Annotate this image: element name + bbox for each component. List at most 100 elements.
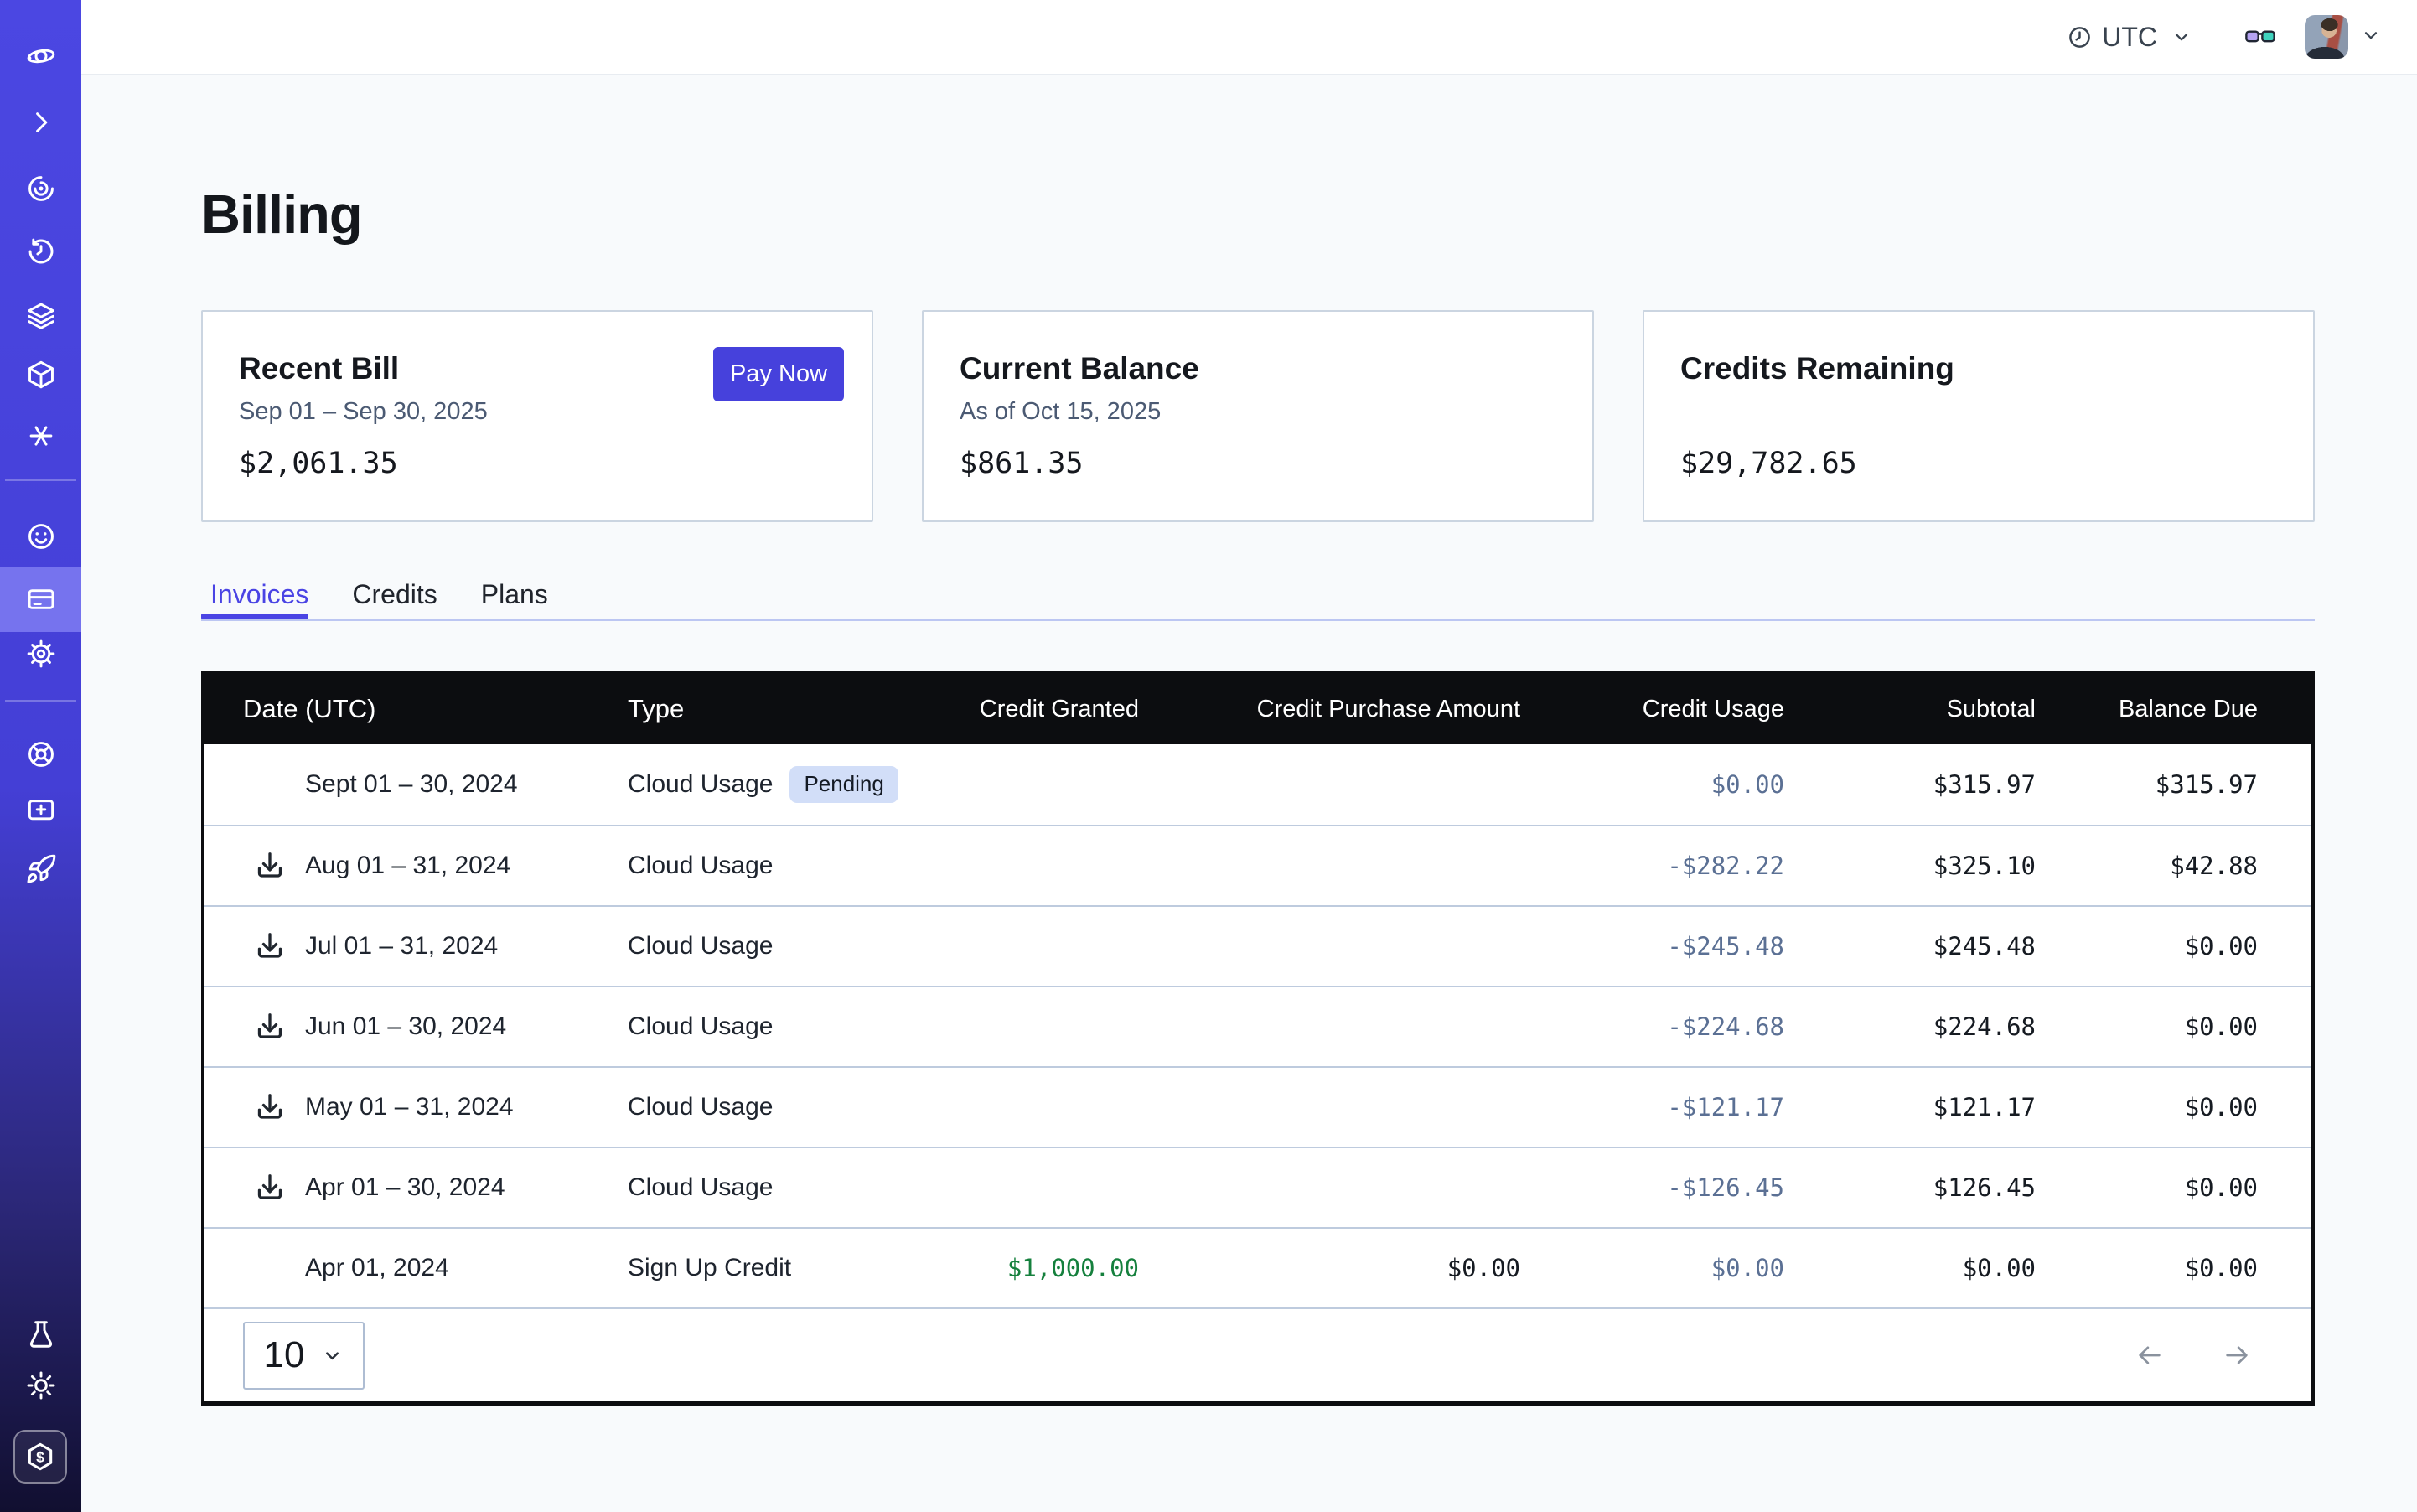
next-page-arrow[interactable] — [2223, 1341, 2251, 1370]
invoice-date: Jun 01 – 30, 2024 — [305, 1012, 506, 1041]
credit-usage: -$121.17 — [1520, 1093, 1784, 1121]
invoice-type: Cloud Usage — [628, 1093, 773, 1121]
account-menu-button[interactable] — [2360, 24, 2382, 50]
col-header-balance-due: Balance Due — [2036, 696, 2258, 723]
chevron-down-icon — [2360, 24, 2382, 46]
avatar[interactable] — [2305, 15, 2348, 59]
col-header-subtotal: Subtotal — [1784, 696, 2036, 723]
sidebar-item-namespaces[interactable] — [0, 173, 81, 205]
current-balance-card: Current Balance As of Oct 15, 2025 $861.… — [922, 310, 1594, 522]
sidebar-item-add-monitor[interactable] — [0, 795, 81, 826]
layers-icon — [25, 300, 57, 332]
sidebar-item-usage[interactable]: $ — [13, 1430, 67, 1484]
card-title: Current Balance — [960, 349, 1199, 389]
sidebar: $ — [0, 0, 81, 1512]
tabs-baseline — [201, 619, 2315, 621]
invoice-date: Jul 01 – 31, 2024 — [305, 932, 498, 961]
credit-usage: -$126.45 — [1520, 1173, 1784, 1202]
table-row: Apr 01, 2024 Sign Up Credit $1,000.00 $0… — [204, 1227, 2311, 1307]
chevron-down-icon — [2171, 26, 2192, 48]
page-size-select[interactable]: 10 — [243, 1322, 365, 1390]
asterisk-icon — [25, 420, 57, 452]
table-row: Aug 01 – 31, 2024 Cloud Usage -$282.22 $… — [204, 825, 2311, 905]
history-clock-icon — [25, 236, 57, 267]
sun-icon — [25, 1370, 57, 1401]
credit-usage: $0.00 — [1520, 1254, 1784, 1282]
balance-due: $0.00 — [2036, 1254, 2258, 1282]
monitor-plus-icon — [25, 795, 57, 826]
sidebar-item-deployments[interactable] — [0, 359, 81, 391]
invoice-type: Cloud Usage — [628, 932, 773, 961]
card-subtitle: Sep 01 – Sep 30, 2025 — [239, 396, 488, 427]
col-header-credit-purchase: Credit Purchase Amount — [1139, 696, 1520, 723]
svg-text:$: $ — [36, 1448, 44, 1465]
subtotal: $126.45 — [1784, 1173, 2036, 1202]
invoice-type: Cloud Usage — [628, 852, 773, 880]
card-subtitle: As of Oct 15, 2025 — [960, 396, 1161, 427]
cube-icon — [25, 359, 57, 391]
orbit-icon — [25, 173, 57, 205]
topbar: UTC — [81, 0, 2417, 75]
sidebar-item-labs[interactable] — [0, 1318, 81, 1350]
subtotal: $245.48 — [1784, 932, 2036, 961]
sidebar-divider — [5, 700, 76, 702]
gear-icon — [25, 638, 57, 670]
download-icon[interactable] — [253, 1090, 287, 1124]
main-content: Billing Recent Bill Sep 01 – Sep 30, 202… — [81, 77, 2417, 1512]
flask-icon — [25, 1318, 57, 1350]
tab-plans[interactable]: Plans — [472, 577, 557, 612]
table-row: Jul 01 – 31, 2024 Cloud Usage -$245.48 $… — [204, 905, 2311, 986]
table-row: Apr 01 – 30, 2024 Cloud Usage -$126.45 $… — [204, 1147, 2311, 1227]
credit-usage: -$224.68 — [1520, 1012, 1784, 1041]
subtotal: $0.00 — [1784, 1254, 2036, 1282]
previous-page-arrow[interactable] — [2135, 1341, 2164, 1370]
download-icon[interactable] — [253, 1010, 287, 1043]
credit-usage: $0.00 — [1520, 770, 1784, 799]
download-icon[interactable] — [253, 849, 287, 883]
sidebar-item-theme[interactable] — [0, 1370, 81, 1401]
tab-credits[interactable]: Credits — [343, 577, 446, 612]
balance-due: $0.00 — [2036, 1012, 2258, 1041]
card-amount: $861.35 — [960, 444, 1084, 483]
balance-due: $0.00 — [2036, 932, 2258, 961]
invoices-table: Date (UTC) Type Credit Granted Credit Pu… — [201, 671, 2315, 1406]
download-icon[interactable] — [253, 929, 287, 963]
clock-icon — [2067, 24, 2093, 50]
card-amount: $2,061.35 — [239, 444, 398, 483]
card-title: Credits Remaining — [1680, 349, 1954, 389]
chevron-down-icon — [321, 1344, 344, 1367]
sidebar-item-support[interactable] — [0, 520, 81, 552]
tab-invoices[interactable]: Invoices — [201, 577, 318, 612]
balance-due: $315.97 — [2036, 770, 2258, 799]
feedback-goggles-button[interactable] — [2244, 25, 2276, 49]
sidebar-item-getting-started[interactable] — [0, 853, 81, 885]
goggles-icon — [2244, 25, 2276, 49]
sidebar-item-collapse[interactable] — [0, 106, 81, 138]
summary-cards: Recent Bill Sep 01 – Sep 30, 2025 $2,061… — [201, 310, 2315, 522]
pay-now-button[interactable]: Pay Now — [713, 347, 844, 401]
card-amount: $29,782.65 — [1680, 444, 1857, 483]
download-icon[interactable] — [253, 1171, 287, 1204]
sidebar-item-logo[interactable] — [0, 40, 81, 72]
invoice-type: Sign Up Credit — [628, 1254, 791, 1282]
sidebar-item-nexus[interactable] — [0, 420, 81, 452]
credit-purchase-amount: $0.00 — [1139, 1254, 1520, 1282]
timezone-dropdown[interactable]: UTC — [2067, 22, 2192, 53]
timezone-label: UTC — [2102, 22, 2157, 53]
status-badge: Pending — [789, 766, 898, 803]
smiley-icon — [25, 520, 57, 552]
subtotal: $315.97 — [1784, 770, 2036, 799]
lifebuoy-icon — [25, 738, 57, 770]
sidebar-item-help[interactable] — [0, 738, 81, 770]
sidebar-item-billing[interactable] — [0, 583, 81, 615]
invoice-date: May 01 – 31, 2024 — [305, 1093, 514, 1121]
sidebar-item-schedules[interactable] — [0, 236, 81, 267]
invoice-type: Cloud Usage — [628, 770, 773, 799]
table-row: May 01 – 31, 2024 Cloud Usage -$121.17 $… — [204, 1066, 2311, 1147]
subtotal: $325.10 — [1784, 852, 2036, 880]
table-row: Jun 01 – 30, 2024 Cloud Usage -$224.68 $… — [204, 986, 2311, 1066]
billing-tabs: Invoices Credits Plans — [201, 577, 2315, 621]
credit-usage: -$282.22 — [1520, 852, 1784, 880]
sidebar-item-layers[interactable] — [0, 300, 81, 332]
sidebar-item-settings[interactable] — [0, 638, 81, 670]
